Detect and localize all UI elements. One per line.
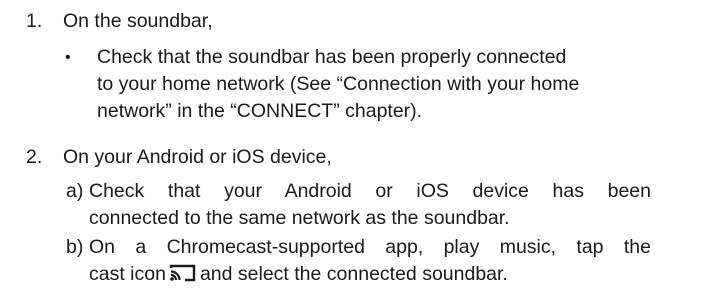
- item-b-line-2-end: and select the connected soundbar.: [199, 263, 508, 285]
- step-1-line-3: network” in the “CONNECT” chapter).: [97, 100, 423, 122]
- item-b-label: b): [66, 236, 84, 258]
- item-b-line-2: cast icon and select the connected soundb…: [89, 261, 651, 288]
- item-a-line-1: Check that your Android or iOS device ha…: [89, 180, 651, 202]
- bullet-marker: •: [65, 49, 71, 66]
- step-1-line-2: to your home network (See “Connection wi…: [97, 73, 580, 95]
- step-1-number: 1.: [26, 10, 43, 32]
- step-1-heading: On the soundbar,: [63, 10, 213, 32]
- item-a-line-2: connected to the same network as the sou…: [89, 207, 510, 229]
- instruction-document: 1. On the soundbar, • Check that the sou…: [0, 0, 703, 294]
- step-2-heading: On your Android or iOS device,: [63, 146, 332, 168]
- item-b-line-2-start: cast icon: [89, 263, 166, 285]
- step-1-line-1: Check that the soundbar has been properl…: [97, 46, 567, 68]
- cast-icon: [168, 263, 198, 283]
- step-2-number: 2.: [26, 146, 43, 168]
- step-1-bullet-text: Check that the soundbar has been properl…: [97, 44, 652, 125]
- item-a-label: a): [66, 180, 84, 202]
- item-a-text: Check that your Android or iOS device ha…: [89, 178, 651, 232]
- item-b-line-1: On a Chromecast-supported app, play musi…: [89, 236, 651, 258]
- item-b-text: On a Chromecast-supported app, play musi…: [89, 234, 651, 288]
